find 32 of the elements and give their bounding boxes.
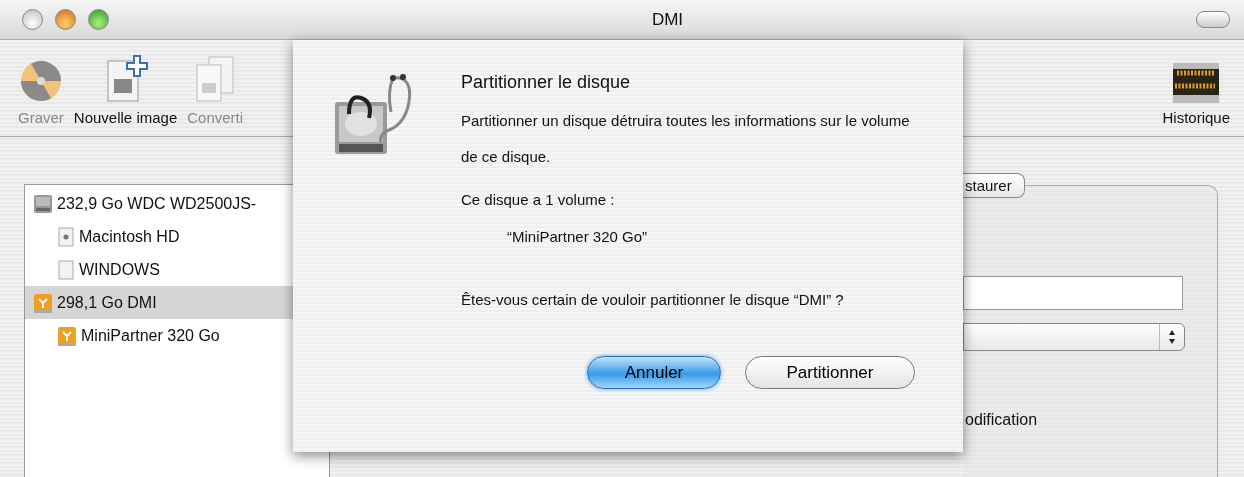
close-button[interactable] [22, 9, 43, 30]
volume-row[interactable]: Macintosh HD [25, 220, 329, 253]
name-field[interactable] [963, 276, 1183, 310]
disk-row[interactable]: 232,9 Go WDC WD2500JS- [25, 187, 329, 220]
volume-label: MiniPartner 320 Go [81, 326, 220, 345]
warning-display-icon [1173, 63, 1220, 103]
volume-row[interactable]: MiniPartner 320 Go [25, 319, 329, 352]
zoom-button[interactable] [88, 9, 109, 30]
window-title: DMI [651, 9, 684, 30]
tab[interactable]: staurer [963, 173, 1025, 198]
confirmation-question: Êtes-vous certain de vouloir partitionner le disque “DMI” ? [461, 291, 845, 308]
toolbar-button[interactable]: Nouvelle image [71, 109, 180, 126]
dialog-button[interactable]: Annuler [587, 356, 721, 389]
dialog-button[interactable]: Partitionner [745, 356, 915, 389]
format-popup[interactable] [963, 323, 1185, 351]
radiation-disc-icon [18, 59, 63, 103]
volume-icon [57, 225, 75, 248]
volume-label: Macintosh HD [79, 227, 180, 246]
volume-count-text: Ce disque a 1 volume : [461, 191, 616, 208]
dialog-title: Partitionner le disque [461, 72, 632, 93]
volume-row[interactable]: WINDOWS [25, 253, 329, 286]
toolbar-button[interactable]: Historique [1160, 109, 1232, 126]
minimize-button[interactable] [55, 9, 76, 30]
volume-name: “MiniPartner 320 Go” [507, 228, 649, 245]
toolbar-toggle-button[interactable] [1196, 11, 1230, 28]
volume-icon [57, 258, 75, 281]
volume-label: WINDOWS [79, 260, 160, 279]
disk-label: 232,9 Go WDC WD2500JS- [57, 194, 257, 213]
disk-label: 298,1 Go DMI [57, 293, 157, 312]
dialog-message: Partitionner un disque détruira toutes les informations sur le volume de ce disque. [461, 111, 911, 167]
checkbox-label: odification [964, 411, 1038, 429]
stepper-arrows-icon [1168, 329, 1176, 345]
